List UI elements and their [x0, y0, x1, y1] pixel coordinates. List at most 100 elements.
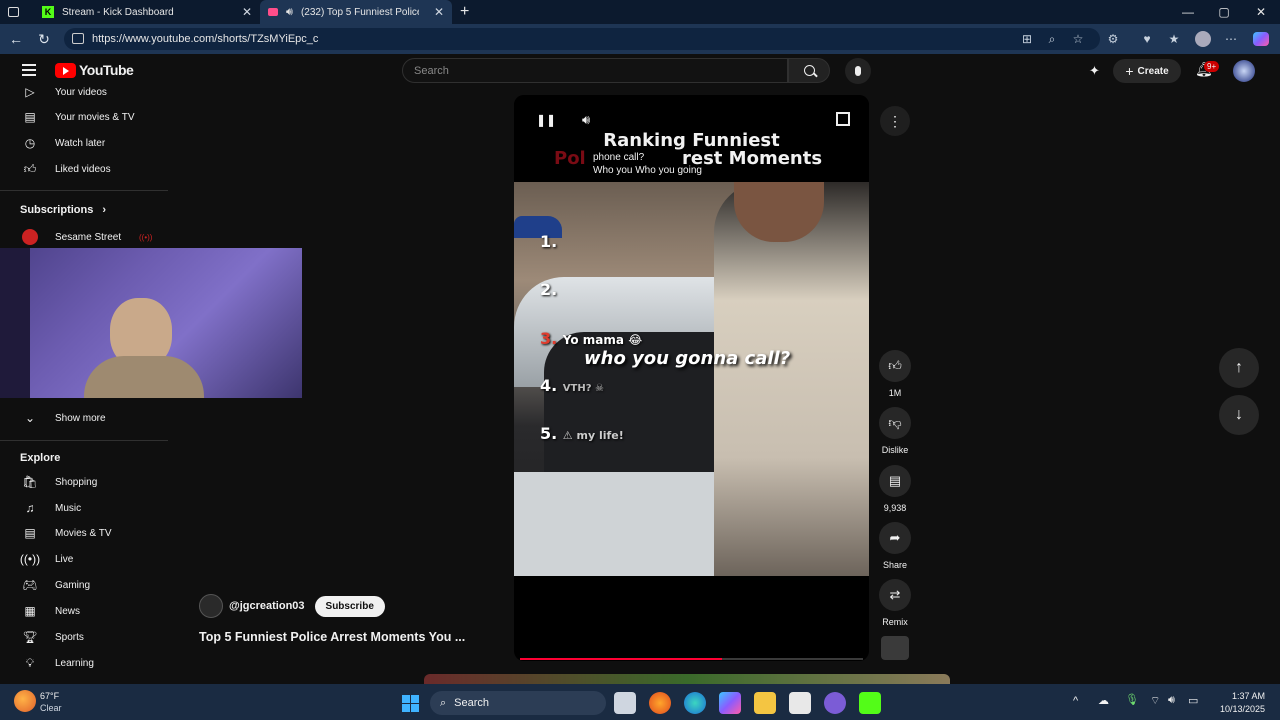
tab-actions-button[interactable]: [0, 0, 34, 24]
kick-app-icon[interactable]: [859, 692, 881, 714]
sidebar-item-liked-videos[interactable]: 👍︎ Liked videos: [0, 157, 168, 181]
hamburger-menu-icon[interactable]: [22, 64, 36, 76]
cast-ai-icon[interactable]: ✦: [1089, 63, 1107, 79]
comments-button[interactable]: ▤ 9,938: [865, 465, 925, 513]
channel-name[interactable]: @jgcreation03: [229, 600, 305, 612]
arrow-down-icon: ↓: [1235, 406, 1243, 423]
subscribe-button[interactable]: Subscribe: [314, 595, 385, 617]
subscriptions-heading[interactable]: Subscriptions ›: [20, 204, 106, 216]
short-title[interactable]: Top 5 Funniest Police Arrest Moments You…: [199, 630, 465, 644]
refresh-button[interactable]: ↻: [34, 30, 54, 48]
voice-search-button[interactable]: [845, 58, 871, 84]
show-hidden-icons[interactable]: ^: [1073, 695, 1078, 707]
progress-track[interactable]: [520, 658, 863, 660]
search-input[interactable]: Search: [402, 58, 788, 83]
volume-button[interactable]: 🔊︎: [582, 112, 590, 128]
thumbs-down-icon: 👎︎: [888, 415, 902, 430]
app-available-icon[interactable]: ⊞: [1018, 31, 1036, 47]
audio-thumbnail[interactable]: [881, 636, 909, 660]
sidebar-item-news[interactable]: ▦ News: [0, 599, 168, 623]
rank-4-text: VTH? ☠: [562, 383, 604, 394]
sidebar-item-learning[interactable]: 💡︎ Learning: [0, 651, 168, 675]
account-avatar[interactable]: [1233, 60, 1255, 82]
remix-button[interactable]: ⇄ Remix: [865, 579, 925, 627]
sidebar-item-movies[interactable]: ▤ Movies & TV: [0, 521, 168, 545]
sidebar-item-sesame-street[interactable]: Sesame Street ((•)): [0, 225, 168, 249]
shorts-video-player[interactable]: Ranking Funniest Pol rest Moments phone …: [514, 95, 869, 661]
copilot-icon[interactable]: [1252, 31, 1270, 47]
next-short-button[interactable]: ↓: [1219, 395, 1259, 435]
sidebar-item-sports[interactable]: 🏆︎ Sports: [0, 625, 168, 649]
sidebar-item-movies-tv[interactable]: ▤ Your movies & TV: [0, 105, 168, 129]
battery-icon[interactable]: ▭: [1188, 694, 1198, 707]
weather-moon-icon[interactable]: [14, 690, 36, 712]
performance-icon[interactable]: ♥: [1138, 31, 1156, 47]
profile-avatar[interactable]: [1194, 31, 1212, 47]
youtube-favicon-icon: [268, 8, 278, 16]
tab-youtube-short[interactable]: 🔊︎ (232) Top 5 Funniest Police A ✕: [260, 0, 452, 24]
create-button[interactable]: + Create: [1113, 59, 1181, 83]
previous-short-button[interactable]: ↑: [1219, 348, 1259, 388]
task-view-icon[interactable]: [614, 692, 636, 714]
notification-badge: 9+: [1204, 61, 1220, 72]
youtube-logo[interactable]: YouTube: [55, 62, 134, 78]
explore-heading: Explore: [20, 452, 61, 464]
sidebar-item-shopping[interactable]: 🛍︎ Shopping: [0, 470, 168, 494]
favorites-icon[interactable]: ★: [1165, 31, 1183, 47]
speaker-icon[interactable]: 🔊︎: [286, 6, 293, 19]
more-menu-icon[interactable]: ⋯: [1222, 31, 1240, 47]
sidebar-item-your-videos[interactable]: ▷ Your videos: [0, 80, 168, 104]
search-button[interactable]: [788, 58, 830, 83]
streamer-body: [84, 356, 204, 398]
news-icon: ▦: [24, 604, 36, 618]
site-info-icon[interactable]: [72, 33, 84, 44]
tab-kick-dashboard[interactable]: K Stream - Kick Dashboard ✕: [34, 0, 260, 24]
new-tab-button[interactable]: +: [452, 0, 477, 24]
sidebar-item-music[interactable]: ♫ Music: [0, 496, 168, 520]
start-button[interactable]: [399, 692, 421, 714]
clock-date: 10/13/2025: [1219, 704, 1265, 714]
weather-temp[interactable]: 67°F: [40, 691, 59, 701]
wifi-icon[interactable]: ⌔: [1150, 694, 1160, 708]
like-button[interactable]: 👍︎ 1M: [865, 350, 925, 398]
pause-button[interactable]: ❚❚: [536, 113, 556, 127]
remix-icon: ⇄: [889, 587, 901, 602]
close-icon[interactable]: ✕: [434, 5, 444, 19]
channel-avatar: [22, 229, 38, 245]
close-icon[interactable]: ✕: [242, 5, 252, 19]
rank-1: 1.: [540, 232, 558, 251]
overlay-title-prefix: Pol: [554, 148, 586, 169]
back-button[interactable]: ←: [6, 30, 26, 48]
show-more-button[interactable]: ⌄ Show more: [0, 406, 168, 430]
volume-icon[interactable]: 🔊︎: [1168, 694, 1175, 707]
dislike-button[interactable]: 👎︎ Dislike: [865, 407, 925, 455]
divider: [0, 190, 168, 191]
sidebar-item-live[interactable]: ((•)) Live: [0, 547, 168, 571]
file-explorer-icon[interactable]: [754, 692, 776, 714]
channel-avatar[interactable]: [199, 594, 223, 618]
extensions-icon[interactable]: ⚙: [1104, 31, 1122, 47]
url-field[interactable]: https://www.youtube.com/shorts/TZsMYiEpc…: [64, 28, 1100, 50]
favorite-star-icon[interactable]: ☆: [1069, 31, 1087, 47]
snipping-tool-icon[interactable]: [789, 692, 811, 714]
sidebar-item-watch-later[interactable]: ◷ Watch later: [0, 131, 168, 155]
fullscreen-button[interactable]: [836, 112, 850, 126]
cloud-icon[interactable]: ☁: [1098, 694, 1109, 707]
clock-time[interactable]: 1:37 AM: [1215, 691, 1265, 701]
firefox-icon[interactable]: [649, 692, 671, 714]
microphone-icon[interactable]: 🎙︎: [1125, 693, 1139, 706]
taskbar-search[interactable]: ⌕ Search: [430, 691, 606, 715]
close-window-button[interactable]: ✕: [1243, 0, 1279, 24]
maximize-button[interactable]: ▢: [1206, 0, 1242, 24]
chat-app-icon[interactable]: [824, 692, 846, 714]
zoom-icon[interactable]: ⌕: [1043, 31, 1061, 47]
minimize-button[interactable]: —: [1170, 0, 1206, 24]
copilot-icon[interactable]: [719, 692, 741, 714]
edge-icon[interactable]: [684, 692, 706, 714]
more-options-button[interactable]: ⋮: [880, 106, 910, 136]
share-button[interactable]: ➦ Share: [865, 522, 925, 570]
rank-4: 4.: [540, 376, 558, 395]
rank-3: 3.: [540, 329, 558, 348]
sidebar-item-gaming[interactable]: 🎮︎ Gaming: [0, 573, 168, 597]
play-square-icon: ▷: [25, 85, 35, 99]
